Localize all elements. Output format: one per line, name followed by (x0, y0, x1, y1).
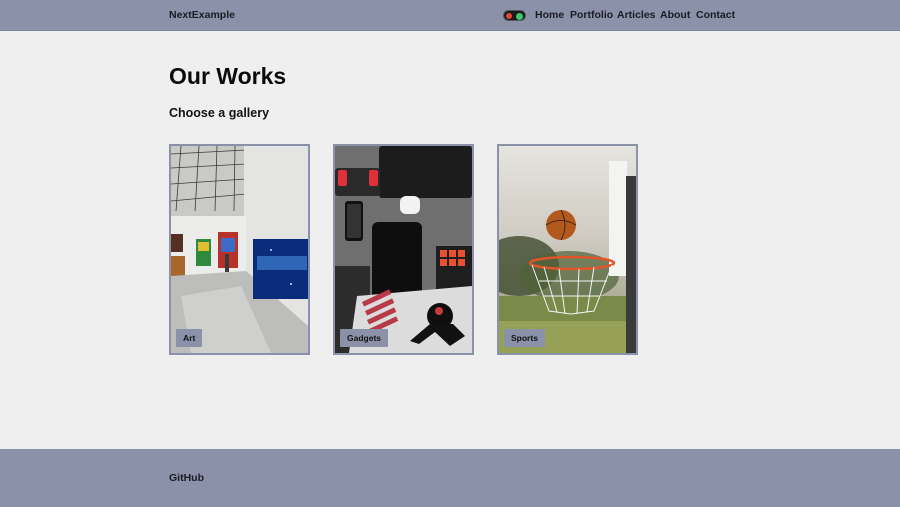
gadgets-gallery-image (335, 146, 472, 353)
nav-portfolio[interactable]: Portfolio (570, 9, 613, 21)
top-nav-bar: NextExample Home Portfolio Articles Abou… (0, 0, 900, 31)
gallery-card-gadgets[interactable]: Gadgets (333, 144, 474, 355)
brand-link[interactable]: NextExample (169, 9, 235, 21)
toggle-green-dot (516, 12, 523, 20)
sports-gallery-image (499, 146, 636, 353)
page-footer: GitHub (0, 449, 900, 507)
toggle-red-dot (506, 13, 512, 19)
nav-articles[interactable]: Articles (617, 9, 656, 21)
theme-toggle-icon[interactable] (503, 10, 526, 21)
page-subtitle: Choose a gallery (169, 106, 270, 120)
gallery-label-sports: Sports (504, 329, 545, 347)
nav-about[interactable]: About (660, 9, 690, 21)
gallery-label-art: Art (176, 329, 203, 347)
nav-contact[interactable]: Contact (696, 9, 735, 21)
gallery-label-gadgets: Gadgets (340, 329, 389, 347)
gallery-card-art[interactable]: Art (169, 144, 310, 355)
github-link[interactable]: GitHub (169, 472, 204, 484)
gallery-card-sports[interactable]: Sports (497, 144, 638, 355)
page-title: Our Works (169, 63, 287, 89)
nav-home[interactable]: Home (535, 9, 564, 21)
art-gallery-image (171, 146, 308, 353)
